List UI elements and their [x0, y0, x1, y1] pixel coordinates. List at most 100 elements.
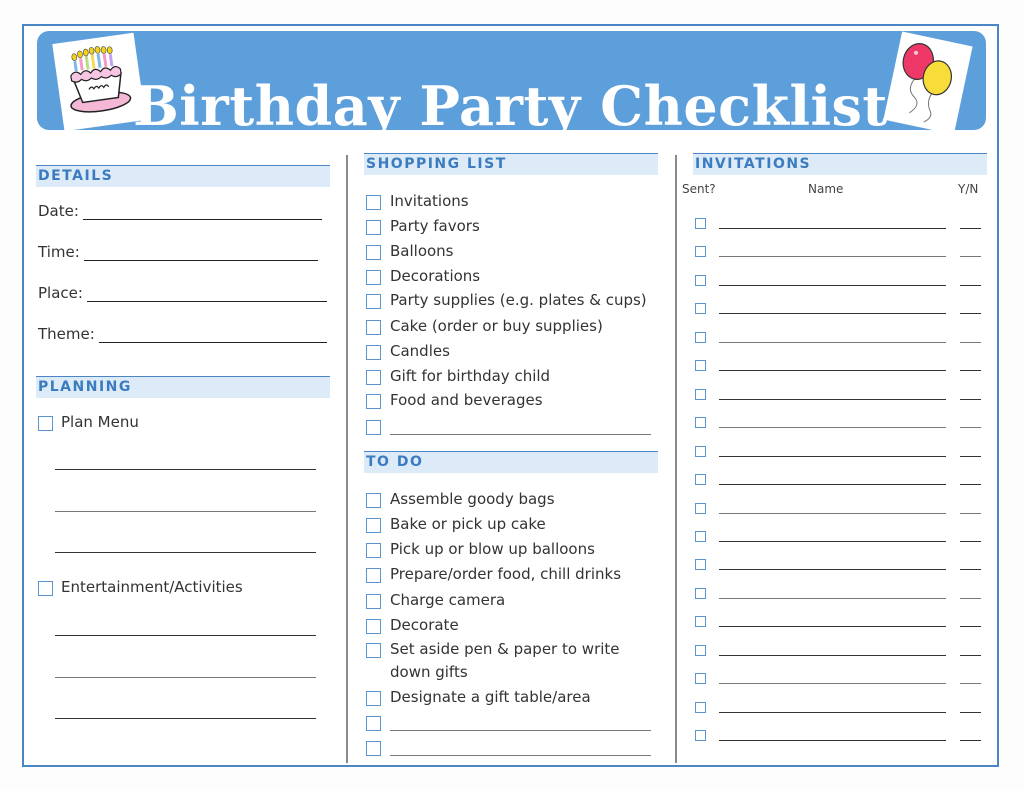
- plan-menu-line[interactable]: [55, 511, 316, 512]
- shopping-checkbox[interactable]: [366, 195, 381, 210]
- invite-sent-checkbox[interactable]: [695, 303, 706, 315]
- invite-name-line[interactable]: [719, 654, 946, 656]
- invite-yn-line[interactable]: [960, 284, 981, 286]
- invite-name-line[interactable]: [719, 540, 946, 542]
- invite-name-line[interactable]: [719, 683, 946, 685]
- theme-blank[interactable]: [98, 329, 327, 343]
- time-field[interactable]: Time:: [38, 243, 318, 261]
- invite-name-line[interactable]: [719, 284, 946, 286]
- shopping-checkbox[interactable]: [366, 220, 381, 235]
- invite-name-line[interactable]: [719, 484, 946, 486]
- invite-sent-checkbox[interactable]: [695, 360, 706, 372]
- todo-checkbox[interactable]: [366, 493, 381, 508]
- shopping-item-label: Party favors: [390, 217, 480, 235]
- invite-sent-checkbox[interactable]: [695, 246, 706, 258]
- invite-name-line[interactable]: [719, 427, 946, 429]
- invite-name-line[interactable]: [719, 569, 946, 571]
- invite-name-line[interactable]: [719, 740, 946, 742]
- invite-sent-checkbox[interactable]: [695, 445, 706, 457]
- time-label: Time:: [38, 243, 80, 261]
- invite-sent-checkbox[interactable]: [695, 587, 706, 599]
- todo-checkbox[interactable]: [366, 619, 381, 634]
- invite-name-line[interactable]: [719, 512, 946, 514]
- invite-name-line[interactable]: [719, 597, 946, 599]
- todo-checkbox[interactable]: [366, 594, 381, 609]
- invite-yn-line[interactable]: [960, 626, 981, 628]
- invite-yn-line[interactable]: [960, 540, 981, 542]
- todo-checkbox[interactable]: [366, 643, 381, 658]
- invite-sent-checkbox[interactable]: [695, 502, 706, 514]
- invite-name-line[interactable]: [719, 341, 946, 343]
- todo-blank-line[interactable]: [390, 730, 651, 731]
- shopping-blank-line[interactable]: [390, 434, 651, 435]
- todo-blank-line[interactable]: [390, 755, 651, 756]
- plan-menu-line[interactable]: [55, 469, 316, 470]
- shopping-checkbox[interactable]: [366, 294, 381, 309]
- invitations-header: INVITATIONS: [693, 153, 987, 175]
- todo-header: TO DO: [364, 451, 658, 473]
- invite-name-line[interactable]: [719, 455, 946, 457]
- invite-name-line[interactable]: [719, 228, 946, 229]
- shopping-checkbox[interactable]: [366, 420, 381, 435]
- todo-checkbox[interactable]: [366, 741, 381, 756]
- plan-menu-line[interactable]: [55, 552, 316, 553]
- invite-name-line[interactable]: [719, 256, 946, 258]
- invite-yn-line[interactable]: [960, 398, 981, 400]
- date-blank[interactable]: [82, 206, 322, 220]
- invite-yn-line[interactable]: [960, 427, 981, 429]
- invite-yn-line[interactable]: [960, 228, 981, 229]
- invite-sent-checkbox[interactable]: [695, 331, 706, 343]
- invite-yn-line[interactable]: [960, 370, 981, 372]
- entertainment-line[interactable]: [55, 677, 316, 678]
- entertainment-line[interactable]: [55, 635, 316, 636]
- time-blank[interactable]: [83, 247, 318, 261]
- shopping-checkbox[interactable]: [366, 394, 381, 409]
- invite-name-line[interactable]: [719, 398, 946, 400]
- shopping-checkbox[interactable]: [366, 270, 381, 285]
- shopping-checkbox[interactable]: [366, 245, 381, 260]
- todo-checkbox[interactable]: [366, 716, 381, 731]
- todo-checkbox[interactable]: [366, 518, 381, 533]
- invite-sent-checkbox[interactable]: [695, 616, 706, 628]
- invite-yn-line[interactable]: [960, 740, 981, 742]
- invite-sent-checkbox[interactable]: [695, 388, 706, 400]
- theme-field[interactable]: Theme:: [38, 325, 327, 343]
- date-field[interactable]: Date:: [38, 202, 322, 220]
- invite-name-line[interactable]: [719, 711, 946, 713]
- invite-yn-line[interactable]: [960, 683, 981, 685]
- invite-sent-checkbox[interactable]: [695, 274, 706, 286]
- invite-name-line[interactable]: [719, 370, 946, 372]
- invite-sent-checkbox[interactable]: [695, 417, 706, 429]
- invite-sent-checkbox[interactable]: [695, 530, 706, 542]
- invite-yn-line[interactable]: [960, 512, 981, 514]
- invite-sent-checkbox[interactable]: [695, 218, 706, 229]
- invite-yn-line[interactable]: [960, 484, 981, 486]
- entertainment-line[interactable]: [55, 718, 316, 719]
- invite-name-line[interactable]: [719, 626, 946, 628]
- place-blank[interactable]: [86, 288, 327, 302]
- invite-yn-line[interactable]: [960, 597, 981, 599]
- shopping-checkbox[interactable]: [366, 345, 381, 360]
- invite-yn-line[interactable]: [960, 455, 981, 457]
- todo-checkbox[interactable]: [366, 691, 381, 706]
- invite-yn-line[interactable]: [960, 654, 981, 656]
- invite-sent-checkbox[interactable]: [695, 474, 706, 486]
- invite-sent-checkbox[interactable]: [695, 701, 706, 713]
- invite-name-line[interactable]: [719, 313, 946, 315]
- invite-yn-line[interactable]: [960, 256, 981, 258]
- invite-yn-line[interactable]: [960, 711, 981, 713]
- invite-yn-line[interactable]: [960, 313, 981, 315]
- todo-checkbox[interactable]: [366, 543, 381, 558]
- invite-sent-checkbox[interactable]: [695, 673, 706, 685]
- invite-yn-line[interactable]: [960, 569, 981, 571]
- invite-yn-line[interactable]: [960, 341, 981, 343]
- place-field[interactable]: Place:: [38, 284, 327, 302]
- shopping-checkbox[interactable]: [366, 320, 381, 335]
- todo-checkbox[interactable]: [366, 568, 381, 583]
- plan-menu-checkbox[interactable]: [38, 416, 53, 431]
- shopping-checkbox[interactable]: [366, 370, 381, 385]
- invite-sent-checkbox[interactable]: [695, 559, 706, 571]
- entertainment-checkbox[interactable]: [38, 581, 53, 596]
- invite-sent-checkbox[interactable]: [695, 730, 706, 742]
- invite-sent-checkbox[interactable]: [695, 644, 706, 656]
